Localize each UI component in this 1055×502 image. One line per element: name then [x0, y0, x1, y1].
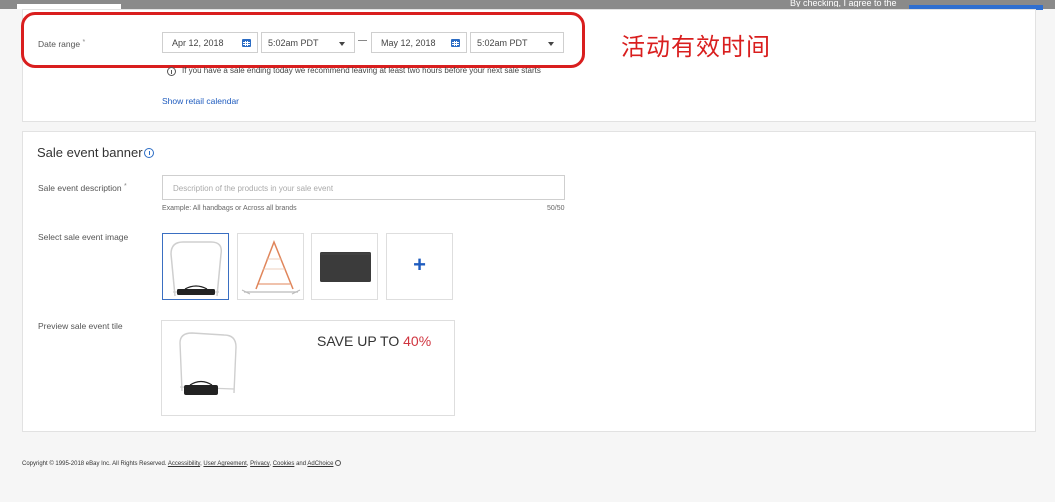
annotation-text: 活动有效时间: [621, 33, 771, 61]
top-strip: By checking, I agree to the: [0, 0, 1055, 10]
add-image-button[interactable]: +: [386, 233, 453, 300]
footer-link-user-agreement[interactable]: User Agreement: [203, 461, 246, 467]
top-cut-text: By checking, I agree to the: [790, 0, 897, 7]
description-input[interactable]: Description of the products in your sale…: [162, 175, 565, 200]
image-thumb-3[interactable]: [311, 233, 378, 300]
image-label: Select sale event image: [38, 232, 129, 242]
description-hint: Example: All handbags or Across all bran…: [162, 205, 297, 212]
footer-and: and: [296, 461, 307, 467]
date-note: If you have a sale ending today we recom…: [182, 66, 541, 75]
section-title: Sale event banner: [37, 145, 143, 160]
frame-net-orange-image: [241, 239, 301, 295]
footer-copyright: Copyright © 1995-2018 eBay Inc. All Righ…: [22, 461, 167, 467]
preview-percent: 40%: [403, 333, 432, 349]
adchoice-icon: [335, 460, 342, 466]
image-thumb-1[interactable]: [162, 233, 229, 300]
footer-link-accessibility[interactable]: Accessibility: [168, 461, 200, 467]
info-icon[interactable]: [144, 148, 154, 158]
info-icon: [167, 67, 176, 76]
description-placeholder: Description of the products in your sale…: [173, 184, 334, 193]
show-retail-calendar-link[interactable]: Show retail calendar: [162, 96, 239, 106]
plus-icon: +: [413, 252, 426, 277]
footer-link-privacy[interactable]: Privacy: [250, 461, 269, 467]
character-count: 50/50: [547, 205, 565, 212]
footer: Copyright © 1995-2018 eBay Inc. All Righ…: [22, 460, 342, 467]
description-label: Sale event description *: [38, 183, 127, 193]
preview-label: Preview sale event tile: [38, 321, 123, 331]
highlight-annotation-box: [21, 12, 585, 68]
footer-link-cookies[interactable]: Cookies: [273, 461, 295, 467]
preview-sale-text: SAVE UP TO 40%: [317, 333, 432, 349]
preview-product-image: [179, 332, 237, 395]
black-bag-image: [320, 252, 371, 282]
footer-link-adchoice[interactable]: AdChoice: [307, 461, 333, 467]
frame-net-image: [170, 241, 223, 297]
preview-tile: SAVE UP TO 40%: [161, 320, 455, 416]
image-thumb-2[interactable]: [237, 233, 304, 300]
